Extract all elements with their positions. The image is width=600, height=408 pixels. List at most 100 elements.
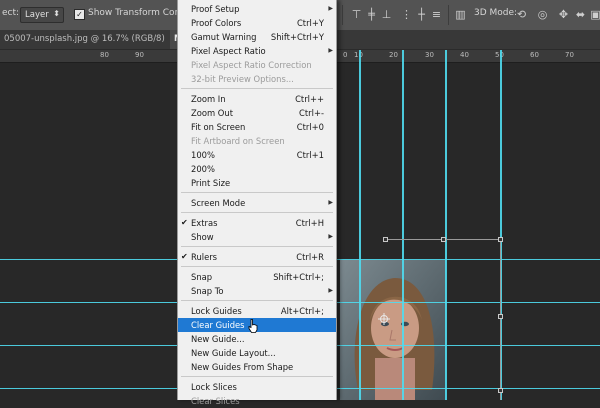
menu-item-100[interactable]: 100% Ctrl+1 [178, 148, 336, 162]
portrait-photo [340, 260, 446, 400]
show-transform-controls-checkbox[interactable]: ✓ [74, 9, 85, 20]
submenu-arrow-icon: ▶ [328, 287, 333, 294]
menu-item-label: Zoom In [191, 94, 226, 104]
menu-item-pixel-aspect-ratio[interactable]: Pixel Aspect Ratio ▶ [178, 44, 336, 58]
menu-item-shortcut: Shift+Ctrl+; [273, 272, 324, 282]
auto-align-icon[interactable]: ▥ [454, 8, 467, 21]
menu-item-32-bit-preview-options: 32-bit Preview Options... [178, 72, 336, 86]
menu-item-label: Snap To [191, 286, 224, 296]
distribute-icon[interactable]: ⋮ [400, 8, 413, 21]
menu-item-snap-to[interactable]: Snap To ▶ [178, 284, 336, 298]
checkmark-icon: ✔ [181, 252, 188, 261]
transform-handle[interactable] [441, 237, 446, 242]
menu-item-show[interactable]: Show ▶ [178, 230, 336, 244]
menu-item-label: Show [191, 232, 214, 242]
menu-item-snap[interactable]: Snap Shift+Ctrl+; [178, 270, 336, 284]
menu-separator [181, 300, 333, 301]
vertical-guide[interactable] [359, 50, 361, 400]
view-menu-dropdown: Proof Setup ▶ Proof Colors Ctrl+Y Gamut Warn… [177, 0, 337, 406]
auto-select-dropdown[interactable]: Layer ⬍ [20, 7, 64, 23]
menu-item-label: Clear Slices [191, 396, 240, 406]
ruler-label: 80 [100, 51, 109, 59]
menu-item-label: Proof Setup [191, 4, 240, 14]
menu-item-extras[interactable]: ✔ Extras Ctrl+H [178, 216, 336, 230]
transform-handle[interactable] [383, 237, 388, 242]
menu-separator [181, 212, 333, 213]
3d-scale-icon[interactable]: ▣ [589, 8, 600, 21]
menu-item-label: New Guide Layout... [191, 348, 276, 358]
menu-item-fit-artboard-on-screen: Fit Artboard on Screen [178, 134, 336, 148]
menu-item-200[interactable]: 200% [178, 162, 336, 176]
menu-item-shortcut: Alt+Ctrl+; [280, 306, 324, 316]
menu-item-label: 32-bit Preview Options... [191, 74, 294, 84]
menu-item-shortcut: Ctrl++ [295, 94, 324, 104]
portrait-image [340, 260, 446, 400]
menu-item-proof-colors[interactable]: Proof Colors Ctrl+Y [178, 16, 336, 30]
menu-item-label: Fit Artboard on Screen [191, 136, 285, 146]
transform-handle[interactable] [498, 388, 503, 393]
distribute-center-icon[interactable]: ┼ [415, 8, 428, 21]
menu-item-label: Pixel Aspect Ratio Correction [191, 60, 312, 70]
menu-item-label: Extras [191, 218, 218, 228]
toolbar-divider [342, 5, 343, 25]
submenu-arrow-icon: ▶ [328, 199, 333, 206]
distribute-bottom-icon[interactable]: ≡ [430, 8, 443, 21]
menu-item-new-guides-from-shape[interactable]: New Guides From Shape [178, 360, 336, 374]
menu-item-label: Rulers [191, 252, 218, 262]
menu-item-shortcut: Ctrl+R [296, 252, 324, 262]
menu-item-zoom-in[interactable]: Zoom In Ctrl++ [178, 92, 336, 106]
menu-item-label: New Guide... [191, 334, 245, 344]
menu-item-screen-mode[interactable]: Screen Mode ▶ [178, 196, 336, 210]
reference-point-crosshair-icon[interactable] [378, 310, 390, 325]
menu-item-label: Proof Colors [191, 18, 242, 28]
menu-item-zoom-out[interactable]: Zoom Out Ctrl+- [178, 106, 336, 120]
menu-item-label: 100% [191, 150, 215, 160]
3d-mode-label: 3D Mode: [474, 8, 518, 18]
menu-item-label: 200% [191, 164, 215, 174]
menu-item-label: New Guides From Shape [191, 362, 294, 372]
ruler-label: 70 [565, 51, 574, 59]
vertical-guide[interactable] [402, 50, 404, 400]
submenu-arrow-icon: ▶ [328, 47, 333, 54]
menu-item-print-size[interactable]: Print Size [178, 176, 336, 190]
menu-item-clear-slices: Clear Slices [178, 394, 336, 408]
ruler-label: 40 [460, 51, 469, 59]
menu-item-lock-guides[interactable]: Lock Guides Alt+Ctrl+; [178, 304, 336, 318]
hand-pointer-cursor-icon [248, 318, 258, 333]
vertical-guide[interactable] [445, 50, 447, 400]
menu-item-proof-setup[interactable]: Proof Setup ▶ [178, 2, 336, 16]
menu-separator [181, 246, 333, 247]
auto-select-value: Layer [25, 10, 49, 20]
3d-pan-icon[interactable]: ✥ [557, 8, 570, 21]
menu-item-label: Print Size [191, 178, 231, 188]
menu-item-lock-slices[interactable]: Lock Slices [178, 380, 336, 394]
ruler-label: 30 [425, 51, 434, 59]
checkmark-icon: ✔ [181, 218, 188, 227]
menu-item-label: Snap [191, 272, 213, 282]
align-bottom-icon[interactable]: ⊥ [380, 8, 393, 21]
ruler-label: 90 [135, 51, 144, 59]
menu-item-label: Lock Slices [191, 382, 237, 392]
transform-handle[interactable] [498, 237, 503, 242]
align-vertical-center-icon[interactable]: ╪ [365, 8, 378, 21]
transform-handle[interactable] [498, 314, 503, 319]
menu-item-gamut-warning[interactable]: Gamut Warning Shift+Ctrl+Y [178, 30, 336, 44]
3d-roll-icon[interactable]: ◎ [536, 8, 549, 21]
menu-item-label: Lock Guides [191, 306, 242, 316]
menu-item-rulers[interactable]: ✔ Rulers Ctrl+R [178, 250, 336, 264]
ruler-label: 0 [343, 51, 348, 59]
3d-rotate-icon[interactable]: ⟲ [515, 8, 528, 21]
transform-box-edge [500, 239, 501, 400]
menu-item-fit-on-screen[interactable]: Fit on Screen Ctrl+0 [178, 120, 336, 134]
menu-item-label: Pixel Aspect Ratio [191, 46, 266, 56]
menu-item-new-guide[interactable]: New Guide... [178, 332, 336, 346]
menu-item-shortcut: Ctrl+0 [296, 122, 324, 132]
menu-item-new-guide-layout[interactable]: New Guide Layout... [178, 346, 336, 360]
menu-item-label: Fit on Screen [191, 122, 246, 132]
align-top-icon[interactable]: ⊤ [350, 8, 363, 21]
3d-slide-icon[interactable]: ⬌ [574, 8, 587, 21]
document-tab[interactable]: 05007-unsplash.jpg @ 16.7% (RGB/8)× [0, 30, 178, 49]
submenu-arrow-icon: ▶ [328, 5, 333, 12]
menu-separator [181, 266, 333, 267]
menu-item-shortcut: Ctrl+- [299, 108, 324, 118]
